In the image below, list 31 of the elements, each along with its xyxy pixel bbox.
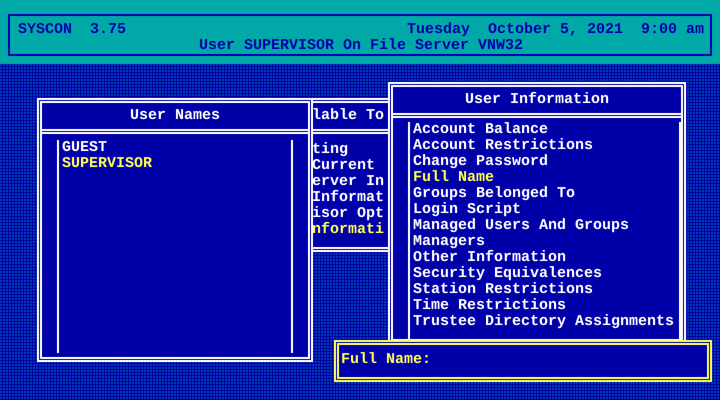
menu-item[interactable]: GUEST: [62, 140, 108, 156]
field-label: Full Name:: [341, 351, 432, 368]
menu-item[interactable]: Change Password: [413, 154, 548, 170]
menu-item[interactable]: nformati: [312, 222, 384, 238]
menu-item[interactable]: Station Restrictions: [413, 282, 594, 298]
menu-item[interactable]: Login Script: [413, 202, 522, 218]
window-title: User Information: [464, 92, 610, 108]
menu-item[interactable]: Current: [312, 158, 376, 174]
menu-item[interactable]: SUPERVISOR: [62, 156, 152, 172]
menu-item[interactable]: Security Equivalences: [413, 266, 602, 282]
window-title: User Names: [130, 108, 220, 124]
menu-item[interactable]: ting: [312, 142, 348, 158]
menu-item[interactable]: Other Information: [413, 250, 566, 266]
program-name: SYSCON: [18, 22, 72, 38]
menu-item[interactable]: Full Name: [413, 170, 494, 186]
date-text: Tuesday October 5, 2021: [406, 22, 623, 38]
window-title: lable To: [312, 108, 384, 124]
menu-item[interactable]: Groups Belonged To: [413, 186, 576, 202]
menu-item[interactable]: erver In: [312, 174, 384, 190]
version-number: 3.75: [90, 22, 126, 38]
menu-item[interactable]: Managed Users And Groups: [413, 218, 630, 234]
menu-item[interactable]: Managers: [413, 234, 486, 250]
status-text: User SUPERVISOR On File Server VNW32: [198, 37, 524, 54]
menu-item[interactable]: Account Balance: [413, 122, 548, 138]
menu-item[interactable]: Account Restrictions: [413, 138, 594, 154]
full-name-field[interactable]: Full Name:: [334, 340, 712, 382]
menu-item[interactable]: Trustee Directory Assignments: [413, 314, 674, 330]
menu-item[interactable]: Time Restrictions: [413, 298, 566, 314]
time-text: 9:00 am: [640, 22, 704, 38]
menu-item[interactable]: Informat: [312, 190, 384, 206]
menu-item[interactable]: isor Opt: [312, 206, 384, 222]
